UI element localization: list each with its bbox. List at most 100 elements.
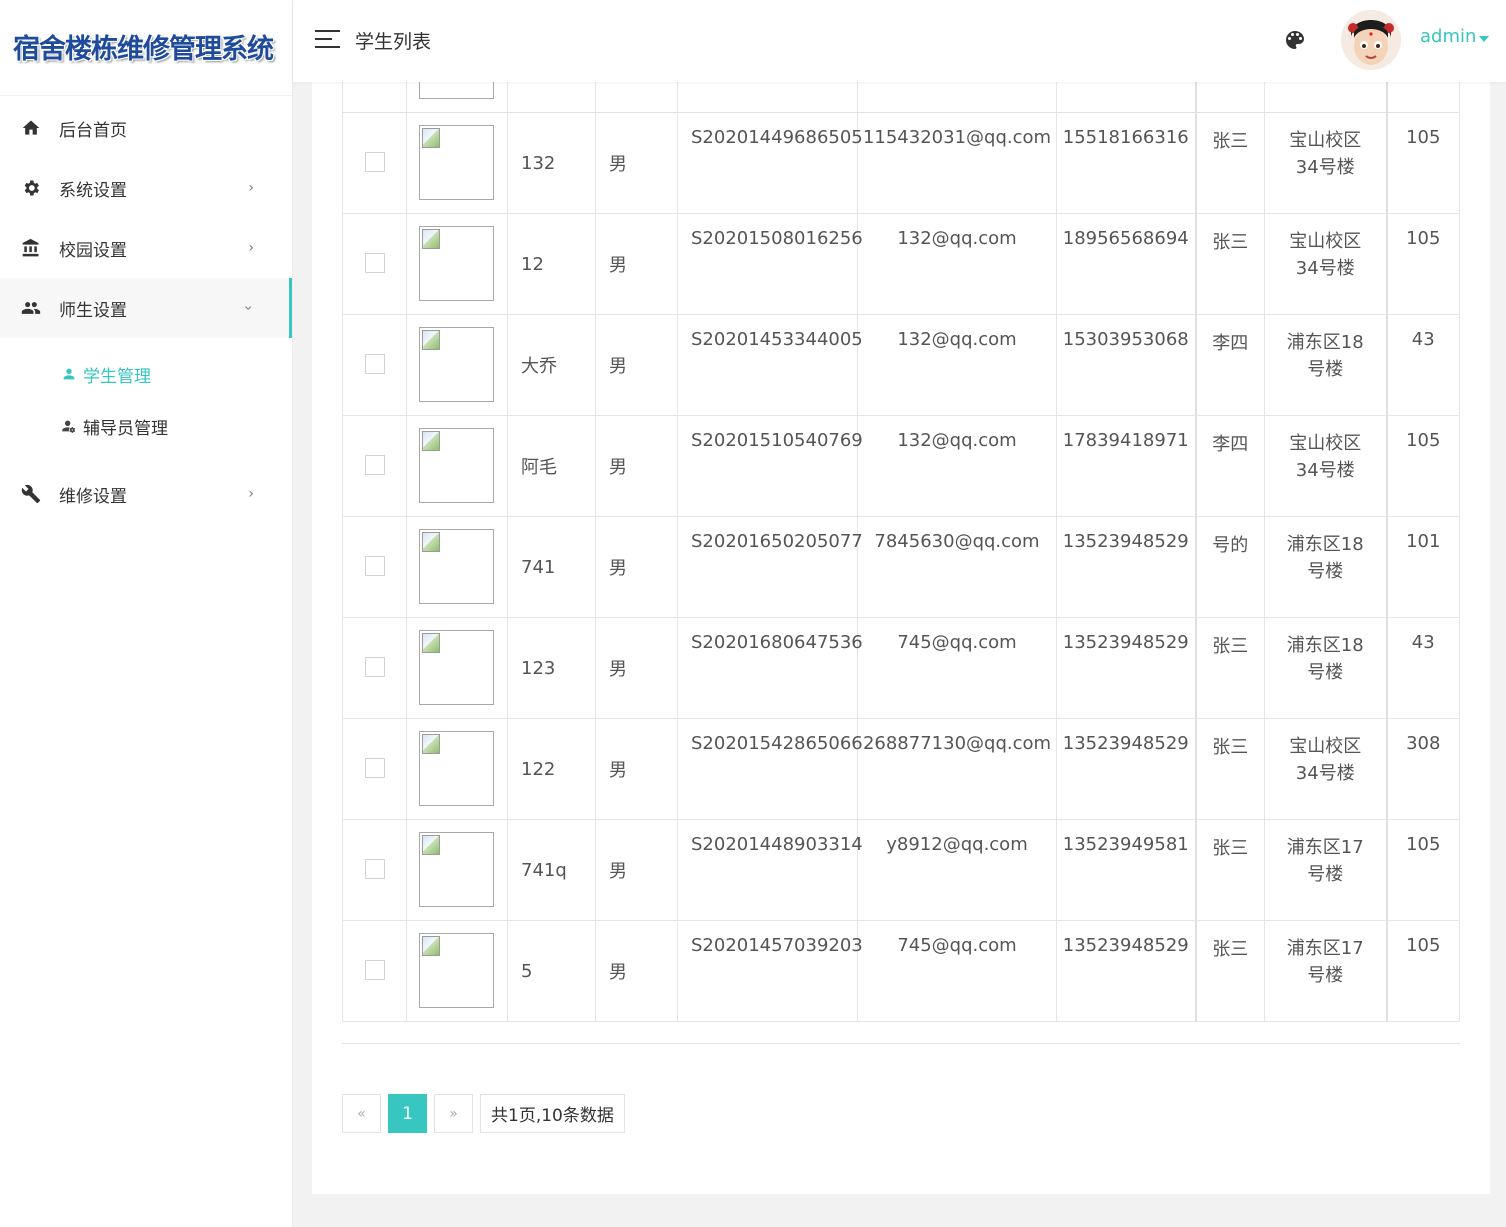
menu-toggle-icon[interactable] — [315, 30, 340, 50]
chevron-right-icon: › — [248, 486, 254, 502]
student-photo — [419, 327, 494, 402]
table-row: 5 男 S20201457039203 745@qq.com 13523948529 张三… — [342, 920, 1460, 1022]
pagination-prev-button[interactable]: « — [342, 1094, 381, 1133]
student-name: 741 — [507, 516, 596, 618]
people-icon — [20, 297, 42, 319]
table-row: 741q 男 S20201448903314 y8912@qq.com 13523949… — [342, 819, 1460, 921]
student-teacher: 张三 — [1195, 819, 1265, 921]
caret-down-icon[interactable] — [1479, 36, 1489, 42]
student-photo — [419, 731, 494, 806]
student-sex: 男 — [595, 415, 678, 517]
sidebar-item-home[interactable]: 后台首页 — [0, 98, 292, 158]
sidebar-item-student-management[interactable]: 学生管理 — [0, 348, 292, 400]
table-row: 12 男 S20201508016256 132@qq.com 18956568694 张… — [342, 213, 1460, 315]
student-building: 浦东区18号楼 — [1264, 516, 1388, 618]
table-row: 741 男 S20201650205077 7845630@qq.com 1352394… — [342, 516, 1460, 618]
student-number: S20201457039203 — [677, 920, 863, 1022]
student-email: 115432031@qq.com — [857, 112, 1057, 214]
student-teacher: 张三 — [1195, 112, 1265, 214]
student-sex: 男 — [595, 617, 678, 719]
student-email: 745@qq.com — [857, 617, 1057, 719]
content-card: 杨过 男 号楼 132男S20201449686505115432031@qq.… — [312, 60, 1490, 1194]
page-title: 学生列表 — [355, 31, 432, 53]
student-room: 105 — [1386, 819, 1460, 921]
top-header: 学生列表 admin — [293, 0, 1506, 82]
student-number: S20201453344005 — [677, 314, 863, 416]
student-number: S20201680647536 — [677, 617, 863, 719]
sidebar-item-counselor-management[interactable]: 辅导员管理 — [0, 400, 292, 452]
student-phone: 15518166316 — [1056, 112, 1197, 214]
student-teacher: 张三 — [1195, 718, 1265, 820]
row-checkbox[interactable] — [364, 353, 385, 374]
student-room: 43 — [1386, 314, 1460, 416]
sidebar-item-campus[interactable]: 校园设置 › — [0, 218, 292, 278]
avatar[interactable] — [1341, 10, 1401, 70]
logo[interactable]: 宿舍楼栋维修管理系统 — [0, 0, 292, 96]
student-room: 101 — [1386, 516, 1460, 618]
student-number: S20201508016256 — [677, 213, 863, 315]
row-checkbox[interactable] — [364, 252, 385, 273]
sidebar-item-repair[interactable]: 维修设置 › — [0, 464, 292, 524]
student-email: 132@qq.com — [857, 314, 1057, 416]
row-checkbox[interactable] — [364, 656, 385, 677]
wrench-icon — [20, 483, 42, 505]
chevron-right-icon: › — [248, 240, 254, 256]
person-settings-icon — [60, 417, 78, 435]
student-name: 123 — [507, 617, 596, 719]
student-email: 745@qq.com — [857, 920, 1057, 1022]
student-email: 132@qq.com — [857, 415, 1057, 517]
student-teacher: 张三 — [1195, 617, 1265, 719]
student-photo — [419, 428, 494, 503]
student-photo — [419, 125, 494, 200]
row-checkbox[interactable] — [364, 555, 385, 576]
student-sex: 男 — [595, 516, 678, 618]
student-room: 105 — [1386, 112, 1460, 214]
pagination-page-1[interactable]: 1 — [388, 1094, 427, 1133]
pagination-next-button[interactable]: » — [434, 1094, 473, 1133]
student-sex: 男 — [595, 718, 678, 820]
student-phone: 13523948529 — [1056, 617, 1197, 719]
sidebar-item-label: 维修设置 — [59, 486, 127, 507]
student-building: 浦东区17号楼 — [1264, 819, 1388, 921]
sidebar: 宿舍楼栋维修管理系统 后台首页 系统设置 › 校园设置 › 师生设置 › 学生管… — [0, 0, 293, 1227]
student-name: 132 — [507, 112, 596, 214]
chevron-down-icon: › — [240, 305, 257, 311]
row-checkbox[interactable] — [364, 858, 385, 879]
student-building: 浦东区18号楼 — [1264, 314, 1388, 416]
student-building: 宝山校区34号楼 — [1264, 112, 1388, 214]
user-name[interactable]: admin — [1420, 26, 1476, 47]
student-building: 浦东区17号楼 — [1264, 920, 1388, 1022]
pagination: « 1 » 共1页,10条数据 — [342, 1094, 632, 1133]
student-email: y8912@qq.com — [857, 819, 1057, 921]
row-checkbox[interactable] — [364, 757, 385, 778]
student-number: S20201542865066 — [677, 718, 863, 820]
sidebar-item-people[interactable]: 师生设置 › — [0, 278, 292, 338]
palette-icon[interactable] — [1283, 28, 1307, 52]
sidebar-item-label: 校园设置 — [59, 240, 127, 261]
student-sex: 男 — [595, 920, 678, 1022]
student-table-body: 杨过 男 号楼 132男S20201449686505115432031@qq.… — [342, 60, 1460, 1022]
student-name: 大乔 — [507, 314, 596, 416]
student-email: 268877130@qq.com — [857, 718, 1057, 820]
sidebar-nav: 后台首页 系统设置 › 校园设置 › 师生设置 › 学生管理 辅导员管理 维修设… — [0, 96, 292, 524]
student-sex: 男 — [595, 112, 678, 214]
student-room: 105 — [1386, 920, 1460, 1022]
row-checkbox[interactable] — [364, 959, 385, 980]
row-checkbox[interactable] — [364, 454, 385, 475]
student-teacher: 号的 — [1195, 516, 1265, 618]
row-checkbox[interactable] — [364, 151, 385, 172]
person-icon — [60, 365, 78, 383]
table-row: 132 男 S20201449686505 115432031@qq.com 15518… — [342, 112, 1460, 214]
pagination-summary: 共1页,10条数据 — [480, 1094, 625, 1133]
table-row: 大乔男 S20201453344005 132@qq.com 15303953068 李… — [342, 314, 1460, 416]
student-building: 宝山校区34号楼 — [1264, 415, 1388, 517]
student-photo — [419, 226, 494, 301]
bank-icon — [20, 237, 42, 259]
table-row: 阿毛男 S20201510540769 132@qq.com 17839418971 李… — [342, 415, 1460, 517]
student-name: 741q — [507, 819, 596, 921]
student-number: S20201650205077 — [677, 516, 863, 618]
chevron-right-icon: › — [248, 180, 254, 196]
sidebar-item-system[interactable]: 系统设置 › — [0, 158, 292, 218]
sidebar-item-label: 辅导员管理 — [83, 418, 168, 439]
table-row: 123 男 S20201680647536 745@qq.com 13523948529… — [342, 617, 1460, 719]
